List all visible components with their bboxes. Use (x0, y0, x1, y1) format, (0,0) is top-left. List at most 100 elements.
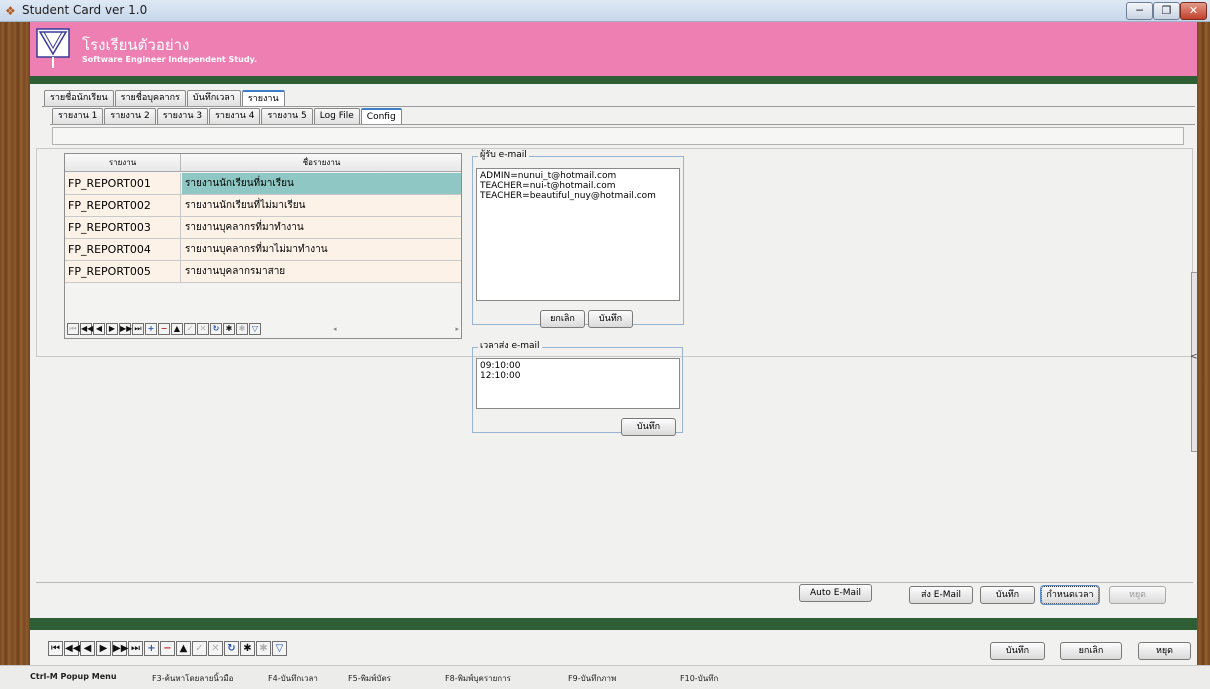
goto-bookmark-icon[interactable]: ✱ (256, 641, 271, 656)
edit-icon[interactable]: ▲ (171, 323, 183, 335)
next-page-icon[interactable]: ▶▶ (112, 641, 128, 656)
list-item[interactable]: 09:10:00 (480, 361, 676, 371)
report-name-cell[interactable]: รายงานนักเรียนที่มาเรียน (182, 173, 461, 194)
cancel-email-button[interactable]: ยกเลิก (540, 310, 585, 328)
bookmark-icon[interactable]: ✱ (240, 641, 255, 656)
bottom-cancel-button[interactable]: ยกเลิก (1060, 642, 1122, 660)
main-frame: โรงเรียนตัวอย่าง Software Engineer Indep… (30, 22, 1198, 665)
main-tab-bar: รายชื่อนักเรียน รายชื่อบุคลากร บันทึกเวลาร… (44, 90, 286, 106)
list-item[interactable]: TEACHER=beautiful_nuy@hotmail.com (480, 191, 676, 201)
report-code-cell[interactable]: FP_REPORT001 (65, 173, 181, 194)
list-item[interactable]: TEACHER=nui-t@hotmail.com (480, 181, 676, 191)
prev-record-icon[interactable]: ◀ (93, 323, 105, 335)
report-code-cell[interactable]: FP_REPORT005 (65, 261, 181, 282)
scroll-left-icon[interactable]: ◂ (333, 325, 337, 333)
report-name-cell[interactable]: รายงานบุคลากรที่มาไม่มาทำงาน (182, 239, 461, 260)
goto-bookmark-icon[interactable]: ✱ (236, 323, 248, 335)
report-code-cell[interactable]: FP_REPORT003 (65, 217, 181, 238)
status-shortcut-f4: F4-บันทึกเวลา (268, 674, 318, 683)
post-icon[interactable]: ✓ (192, 641, 207, 656)
grid-header: รายงาน ชื่อรายงาน (65, 154, 461, 172)
minimize-button[interactable]: ─ (1126, 2, 1153, 20)
table-row[interactable]: FP_REPORT001 รายงานนักเรียนที่มาเรียน (65, 173, 461, 195)
tab-report-2[interactable]: รายงาน 2 (104, 108, 156, 124)
insert-icon[interactable]: + (145, 323, 157, 335)
tab-report-4[interactable]: รายงาน 4 (209, 108, 261, 124)
stop-button[interactable]: หยุด (1109, 586, 1166, 604)
report-code-cell[interactable]: FP_REPORT004 (65, 239, 181, 260)
refresh-icon[interactable]: ↻ (210, 323, 222, 335)
tab-staff-list[interactable]: รายชื่อบุคลากร (114, 90, 186, 106)
scroll-right-icon[interactable]: ▸ (455, 325, 459, 333)
bookmark-icon[interactable]: ✱ (223, 323, 235, 335)
report-name-cell[interactable]: รายงานนักเรียนที่ไม่มาเรียน (182, 195, 461, 216)
cancel-icon[interactable]: ✕ (208, 641, 223, 656)
delete-icon[interactable]: − (160, 641, 175, 656)
tab-report-5[interactable]: รายงาน 5 (261, 108, 313, 124)
tab-student-list[interactable]: รายชื่อนักเรียน (44, 90, 114, 106)
bottom-stop-button[interactable]: หยุด (1138, 642, 1191, 660)
prev-page-icon[interactable]: ◀◀ (80, 323, 93, 335)
footer-divider (30, 618, 1197, 630)
tab-report-3[interactable]: รายงาน 3 (156, 108, 209, 124)
last-record-icon[interactable]: ⏭ (128, 641, 143, 656)
grid-header-name[interactable]: ชื่อรายงาน (182, 154, 461, 172)
set-time-button[interactable]: กำหนดเวลา (1040, 585, 1100, 605)
close-button[interactable]: ✕ (1180, 2, 1207, 20)
table-row[interactable]: FP_REPORT002 รายงานนักเรียนที่ไม่มาเรียน (65, 195, 461, 217)
auto-email-button[interactable]: Auto E-Mail (799, 584, 872, 602)
maximize-button[interactable]: ❐ (1153, 2, 1180, 20)
status-shortcut-f9: F9-บันทึกภาพ (568, 674, 617, 683)
email-recipients-group: ผู้รับ e-mail ADMIN=nunui_t@hotmail.com … (472, 150, 684, 325)
send-time-list[interactable]: 09:10:00 12:10:00 (476, 358, 680, 409)
email-recipients-list[interactable]: ADMIN=nunui_t@hotmail.com TEACHER=nui-t@… (476, 168, 680, 301)
tab-time-record[interactable]: บันทึกเวลา (186, 90, 241, 106)
grid-horizontal-scrollbar[interactable]: ◂ ▸ (323, 325, 459, 335)
insert-icon[interactable]: + (144, 641, 159, 656)
list-item[interactable]: ADMIN=nunui_t@hotmail.com (480, 171, 676, 181)
config-toolbar-strip (52, 127, 1184, 145)
last-record-icon[interactable]: ⏭ (132, 323, 144, 335)
delete-icon[interactable]: − (158, 323, 170, 335)
first-record-icon[interactable]: ⏮ (48, 641, 63, 656)
bottom-save-button[interactable]: บันทึก (990, 642, 1045, 660)
grid-header-code[interactable]: รายงาน (65, 154, 181, 172)
status-shortcut-f10: F10-บันทึก (680, 674, 719, 683)
content-divider (36, 582, 1193, 583)
prev-page-icon[interactable]: ◀◀ (64, 641, 80, 656)
title-bar: ❖ Student Card ver 1.0 ─ ❐ ✕ (0, 0, 1210, 22)
tab-log-file[interactable]: Log File (313, 108, 360, 124)
first-record-icon[interactable]: ⏮ (67, 323, 79, 335)
table-row[interactable]: FP_REPORT005 รายงานบุคลากรมาสาย (65, 261, 461, 283)
right-collapse-handle[interactable] (1191, 272, 1197, 452)
refresh-icon[interactable]: ↻ (224, 641, 239, 656)
save-button[interactable]: บันทึก (980, 586, 1035, 604)
table-row[interactable]: FP_REPORT003 รายงานบุคลากรที่มาทำงาน (65, 217, 461, 239)
tab-report-1[interactable]: รายงาน 1 (52, 108, 104, 124)
next-record-icon[interactable]: ▶ (96, 641, 111, 656)
list-item[interactable]: 12:10:00 (480, 371, 676, 381)
left-wood-frame (0, 22, 30, 665)
collapse-arrow-icon[interactable]: < (1190, 352, 1198, 362)
edit-icon[interactable]: ▲ (176, 641, 191, 656)
header-divider (30, 76, 1197, 84)
report-code-cell[interactable]: FP_REPORT002 (65, 195, 181, 216)
cancel-icon[interactable]: ✕ (197, 323, 209, 335)
post-icon[interactable]: ✓ (184, 323, 196, 335)
save-email-button[interactable]: บันทึก (588, 310, 633, 328)
prev-record-icon[interactable]: ◀ (80, 641, 95, 656)
tab-reports[interactable]: รายงาน (241, 90, 285, 106)
filter-icon[interactable]: ▽ (272, 641, 287, 656)
next-record-icon[interactable]: ▶ (106, 323, 118, 335)
tab-config[interactable]: Config (360, 108, 402, 124)
table-row[interactable]: FP_REPORT004 รายงานบุคลากรที่มาไม่มาทำงา… (65, 239, 461, 261)
next-page-icon[interactable]: ▶▶ (119, 323, 132, 335)
main-record-navigator: ⏮ ◀◀ ◀ ▶ ▶▶ ⏭ + − ▲ ✓ ✕ ↻ ✱ ✱ ▽ (48, 641, 288, 657)
report-name-cell[interactable]: รายงานบุคลากรมาสาย (182, 261, 461, 282)
save-time-button[interactable]: บันทึก (621, 418, 676, 436)
report-name-cell[interactable]: รายงานบุคลากรที่มาทำงาน (182, 217, 461, 238)
send-email-button[interactable]: ส่ง E-Mail (909, 586, 973, 604)
filter-icon[interactable]: ▽ (249, 323, 261, 335)
email-recipients-legend: ผู้รับ e-mail (478, 150, 529, 161)
main-tab-underline (42, 106, 1195, 107)
